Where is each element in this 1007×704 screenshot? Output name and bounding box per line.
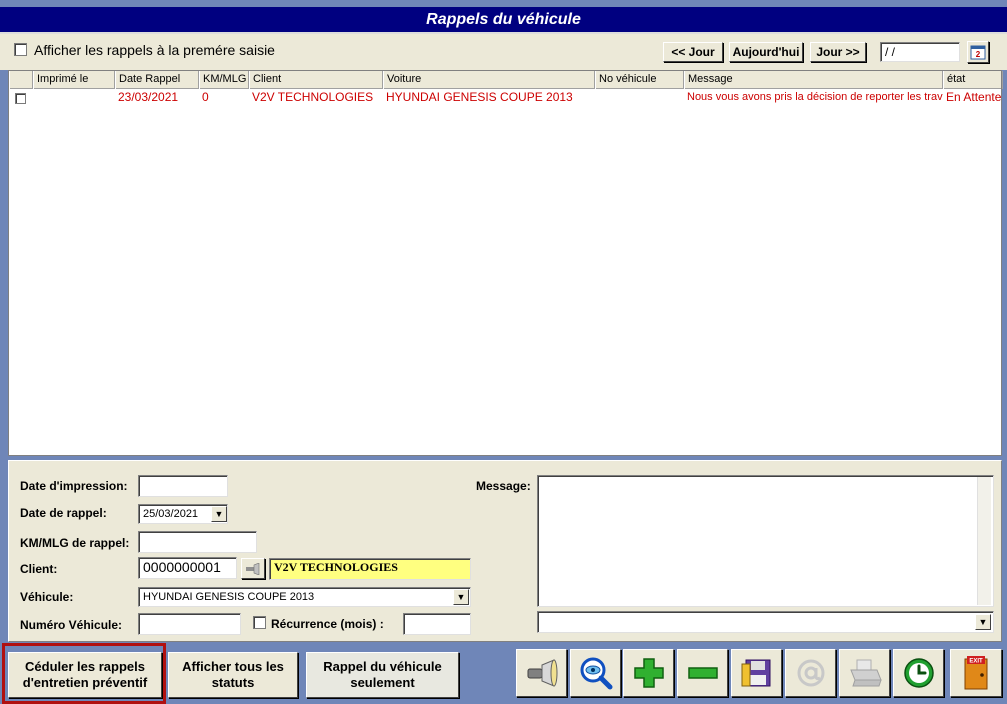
remove-button[interactable] — [677, 649, 728, 697]
message-scrollbar[interactable] — [977, 477, 991, 605]
header-km[interactable]: KM/MLG — [199, 71, 249, 89]
date-rappel-value: 25/03/2021 — [143, 508, 199, 520]
flashlight-icon — [527, 659, 557, 687]
header-client[interactable]: Client — [249, 71, 383, 89]
date-impression-label: Date d'impression: — [20, 479, 128, 493]
message-textarea[interactable] — [537, 475, 994, 607]
email-button[interactable] — [785, 649, 836, 697]
email-at-icon — [797, 659, 824, 687]
exit-sign-text: EXIT — [969, 659, 983, 665]
vehicule-dropdown-arrow[interactable]: ▼ — [453, 589, 469, 605]
svg-text:2: 2 — [976, 50, 981, 59]
numero-vehicule-input[interactable] — [138, 613, 241, 635]
header-date-rappel[interactable]: Date Rappel — [115, 71, 199, 89]
row-message: Nous vous avons pris la décision de repo… — [687, 91, 943, 103]
row-date-rappel: 23/03/2021 — [118, 90, 179, 104]
header-printed[interactable]: Imprimé le — [33, 71, 115, 89]
show-all-statuses-button[interactable]: Afficher tous les statuts — [168, 652, 298, 698]
header-etat[interactable]: état — [943, 71, 1003, 89]
exit-button[interactable]: EXIT — [950, 649, 1002, 697]
show-first-entry-checkbox[interactable] — [14, 43, 27, 56]
client-label: Client: — [20, 562, 58, 576]
row-checkbox[interactable] — [15, 93, 26, 104]
vehicule-label: Véhicule: — [20, 590, 74, 604]
km-label: KM/MLG de rappel: — [20, 536, 130, 550]
clock-icon — [903, 658, 934, 688]
row-voiture: HYUNDAI GENESIS COUPE 2013 — [386, 90, 573, 104]
print-icon — [849, 659, 882, 687]
row-etat: En Attente — [946, 90, 1002, 104]
client-code-input[interactable]: 0000000001 — [138, 557, 237, 579]
save-floppy-icon — [741, 659, 770, 687]
client-search-button[interactable] — [241, 558, 265, 579]
numero-vehicule-label: Numéro Véhicule: — [20, 618, 123, 632]
message-template-select[interactable] — [537, 611, 994, 633]
message-label: Message: — [476, 479, 531, 493]
vehicule-select[interactable]: HYUNDAI GENESIS COUPE 2013 — [138, 587, 471, 607]
header-voiture[interactable]: Voiture — [383, 71, 595, 89]
recurrence-input[interactable] — [403, 613, 471, 635]
show-first-entry-label: Afficher les rappels à la premére saisie — [34, 42, 275, 58]
row-km: 0 — [202, 90, 209, 104]
print-button[interactable] — [839, 649, 890, 697]
reminders-grid: Imprimé le Date Rappel KM/MLG Client Voi… — [8, 70, 1003, 456]
date-rappel-label: Date de rappel: — [20, 506, 107, 520]
next-day-button[interactable]: Jour >> — [810, 42, 866, 62]
row-no-vehicule — [595, 90, 684, 106]
save-button[interactable] — [731, 649, 782, 697]
prev-day-button[interactable]: << Jour — [663, 42, 723, 62]
flashlight-button[interactable] — [516, 649, 567, 697]
date-impression-input[interactable] — [138, 475, 228, 497]
row-client: V2V TECHNOLOGIES — [252, 90, 374, 104]
window-title: Rappels du véhicule — [0, 4, 1007, 34]
schedule-preventive-button[interactable]: Céduler les rappels d'entretien préventi… — [8, 652, 162, 698]
top-toolbar: Afficher les rappels à la premére saisie… — [0, 34, 1007, 70]
search-eye-icon — [580, 657, 612, 690]
vehicle-only-button[interactable]: Rappel du véhicule seulement — [306, 652, 459, 698]
add-icon — [633, 658, 664, 688]
calendar-icon: 2 — [970, 45, 986, 60]
remove-icon — [687, 667, 718, 679]
date-input[interactable]: / / — [880, 42, 960, 62]
header-message[interactable]: Message — [684, 71, 943, 89]
km-input[interactable] — [138, 531, 257, 553]
message-template-dropdown-arrow[interactable]: ▼ — [975, 614, 991, 630]
edit-form: Date d'impression: Date de rappel: 25/03… — [8, 460, 1002, 642]
header-select — [9, 71, 33, 89]
client-name-display: V2V TECHNOLOGIES — [269, 558, 471, 580]
schedule-clock-button[interactable] — [893, 649, 944, 697]
flashlight-icon — [246, 562, 260, 575]
calendar-button[interactable]: 2 — [967, 41, 989, 63]
recurrence-checkbox[interactable] — [253, 616, 266, 629]
recurrence-label: Récurrence (mois) : — [271, 617, 384, 631]
grid-header: Imprimé le Date Rappel KM/MLG Client Voi… — [9, 71, 1003, 89]
row-printed — [33, 90, 115, 106]
add-button[interactable] — [623, 649, 674, 697]
header-no-vehicule[interactable]: No véhicule — [595, 71, 684, 89]
today-button[interactable]: Aujourd'hui — [729, 42, 803, 62]
search-button[interactable] — [570, 649, 621, 697]
exit-door-icon: EXIT — [964, 656, 988, 690]
vehicule-value: HYUNDAI GENESIS COUPE 2013 — [143, 591, 315, 603]
date-rappel-dropdown-arrow[interactable]: ▼ — [211, 506, 227, 522]
